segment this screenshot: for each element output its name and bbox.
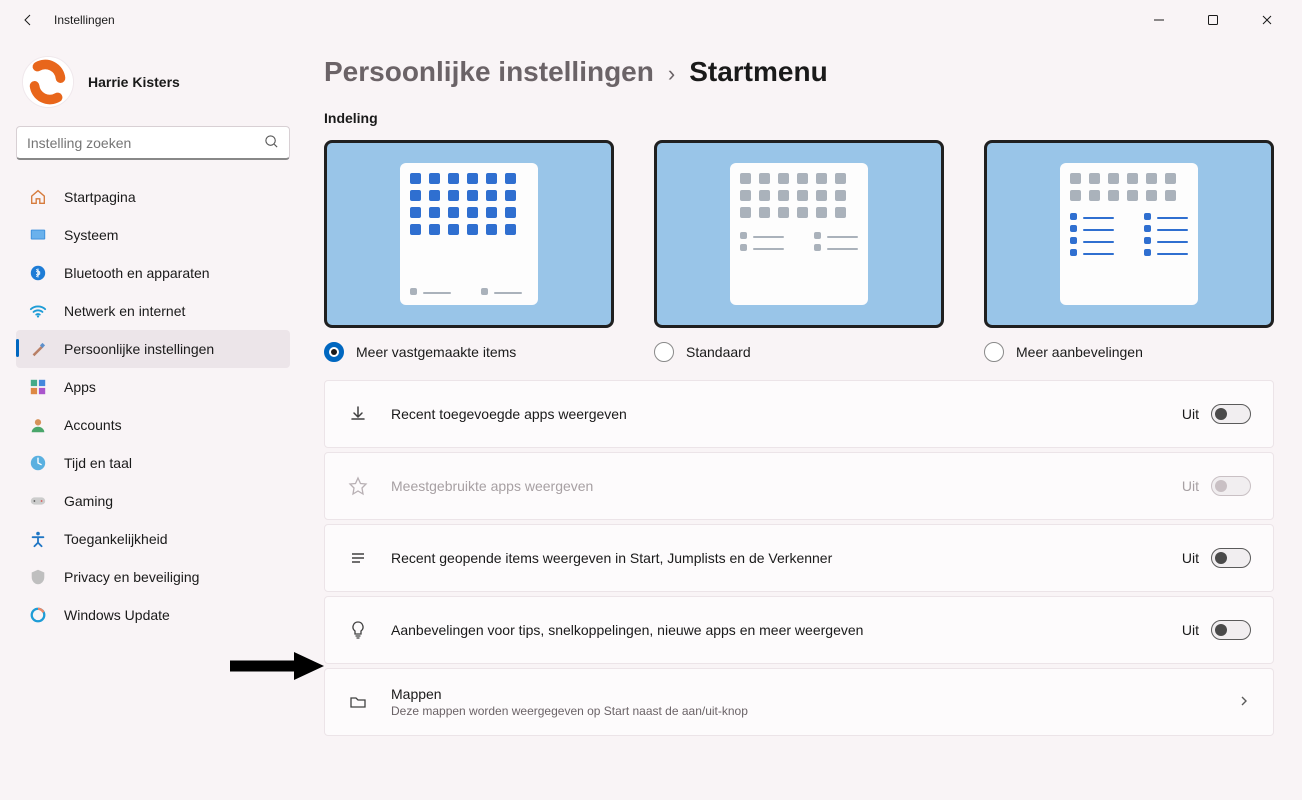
sidebar-item-bluetooth[interactable]: Bluetooth en apparaten [16,254,290,292]
nav-label: Bluetooth en apparaten [64,265,210,281]
close-button[interactable] [1244,4,1290,36]
sidebar-item-personalization[interactable]: Persoonlijke instellingen [16,330,290,368]
layout-preview-more-recs[interactable] [984,140,1274,328]
radio-icon [984,342,1004,362]
radio-more-pinned[interactable]: Meer vastgemaakte items [324,342,614,362]
radio-label: Standaard [686,344,751,360]
search-input[interactable] [27,135,264,151]
person-icon [28,415,48,435]
radio-label: Meer aanbevelingen [1016,344,1143,360]
maximize-button[interactable] [1190,4,1236,36]
setting-title: Meestgebruikte apps weergeven [391,478,1160,494]
radio-icon [654,342,674,362]
nav-label: Windows Update [64,607,170,623]
profile-name: Harrie Kisters [88,74,180,90]
update-icon [28,605,48,625]
layout-option-more-recs[interactable]: Meer aanbevelingen [984,140,1274,362]
setting-recent-items[interactable]: Recent geopende items weergeven in Start… [324,524,1274,592]
setting-most-used: Meestgebruikte apps weergeven Uit [324,452,1274,520]
back-button[interactable] [12,4,44,36]
sidebar-item-time[interactable]: Tijd en taal [16,444,290,482]
toggle-recommendations[interactable] [1211,620,1251,640]
sidebar-item-network[interactable]: Netwerk en internet [16,292,290,330]
sidebar-item-accessibility[interactable]: Toegankelijkheid [16,520,290,558]
layout-option-default[interactable]: Standaard [654,140,944,362]
folder-icon [347,691,369,713]
system-icon [28,225,48,245]
home-icon [28,187,48,207]
clock-globe-icon [28,453,48,473]
lightbulb-icon [347,619,369,641]
setting-recommendations[interactable]: Aanbevelingen voor tips, snelkoppelingen… [324,596,1274,664]
toggle-state: Uit [1182,478,1199,494]
sidebar-item-privacy[interactable]: Privacy en beveiliging [16,558,290,596]
radio-default[interactable]: Standaard [654,342,944,362]
sidebar-item-accounts[interactable]: Accounts [16,406,290,444]
search-box[interactable] [16,126,290,160]
nav-label: Apps [64,379,96,395]
setting-title: Mappen [391,686,1207,702]
toggle-state: Uit [1182,406,1199,422]
toggle-recent-items[interactable] [1211,548,1251,568]
gamepad-icon [28,491,48,511]
setting-recent-apps[interactable]: Recent toegevoegde apps weergeven Uit [324,380,1274,448]
titlebar: Instellingen [0,0,1302,40]
setting-title: Recent geopende items weergeven in Start… [391,550,1160,566]
layout-preview-more-pinned[interactable] [324,140,614,328]
radio-more-recs[interactable]: Meer aanbevelingen [984,342,1274,362]
breadcrumb: Persoonlijke instellingen › Startmenu [324,56,1274,88]
settings-list: Recent toegevoegde apps weergeven Uit Me… [324,380,1274,736]
setting-subtitle: Deze mappen worden weergegeven op Start … [391,704,1207,718]
radio-label: Meer vastgemaakte items [356,344,516,360]
radio-icon [324,342,344,362]
nav-label: Persoonlijke instellingen [64,341,214,357]
nav-label: Systeem [64,227,118,243]
nav-label: Netwerk en internet [64,303,185,319]
toggle-state: Uit [1182,550,1199,566]
toggle-recent-apps[interactable] [1211,404,1251,424]
setting-folders[interactable]: Mappen Deze mappen worden weergegeven op… [324,668,1274,736]
minimize-button[interactable] [1136,4,1182,36]
nav-label: Accounts [64,417,122,433]
nav-label: Tijd en taal [64,455,132,471]
list-icon [347,547,369,569]
bluetooth-icon [28,263,48,283]
layout-options: Meer vastgemaakte items [324,140,1274,362]
accessibility-icon [28,529,48,549]
profile-block[interactable]: Harrie Kisters [16,52,290,126]
avatar [22,56,74,108]
search-icon [264,134,279,152]
chevron-right-icon: › [668,61,675,87]
sidebar-item-home[interactable]: Startpagina [16,178,290,216]
layout-preview-default[interactable] [654,140,944,328]
sidebar-item-apps[interactable]: Apps [16,368,290,406]
paintbrush-icon [28,339,48,359]
layout-option-more-pinned[interactable]: Meer vastgemaakte items [324,140,614,362]
download-icon [347,403,369,425]
toggle-most-used [1211,476,1251,496]
shield-icon [28,567,48,587]
wifi-icon [28,301,48,321]
sidebar-item-system[interactable]: Systeem [16,216,290,254]
star-icon [347,475,369,497]
window-title: Instellingen [54,13,115,27]
sidebar: Harrie Kisters Startpagina Systeem [0,40,300,800]
setting-title: Aanbevelingen voor tips, snelkoppelingen… [391,622,1160,638]
sidebar-item-update[interactable]: Windows Update [16,596,290,634]
nav-label: Startpagina [64,189,136,205]
apps-icon [28,377,48,397]
page-title: Startmenu [689,56,827,88]
nav-label: Gaming [64,493,113,509]
nav-label: Toegankelijkheid [64,531,168,547]
chevron-right-icon [1237,694,1251,711]
nav-list: Startpagina Systeem Bluetooth en apparat… [16,178,290,634]
setting-title: Recent toegevoegde apps weergeven [391,406,1160,422]
toggle-state: Uit [1182,622,1199,638]
breadcrumb-parent[interactable]: Persoonlijke instellingen [324,56,654,88]
nav-label: Privacy en beveiliging [64,569,199,585]
sidebar-item-gaming[interactable]: Gaming [16,482,290,520]
main-content: Persoonlijke instellingen › Startmenu In… [300,40,1302,800]
section-layout-label: Indeling [324,110,1274,126]
